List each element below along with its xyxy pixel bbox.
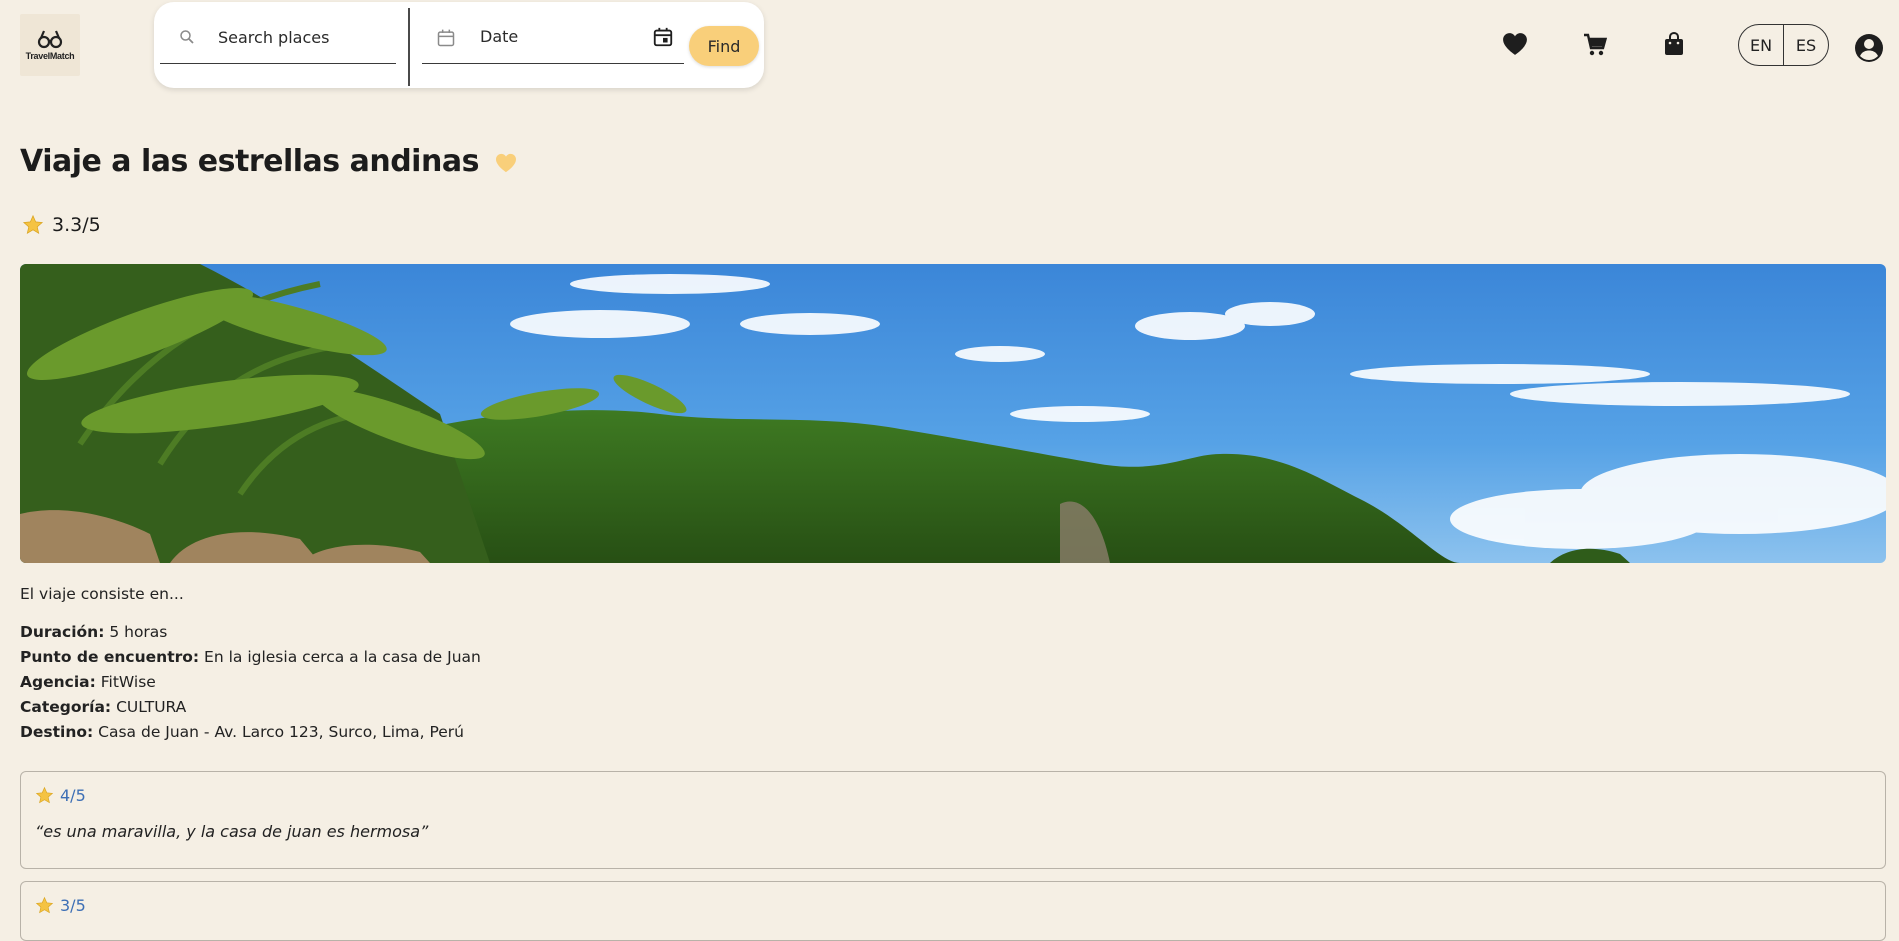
- review-rating-value: 4/5: [60, 786, 86, 805]
- date-field[interactable]: Date: [422, 12, 684, 64]
- review-comment: “es una maravilla, y la casa de juan es …: [35, 822, 429, 841]
- logo[interactable]: TravelMatch: [20, 14, 80, 76]
- shopping-bag-icon[interactable]: [1664, 32, 1684, 56]
- account-circle-icon[interactable]: [1854, 33, 1884, 63]
- star-icon: [22, 214, 44, 235]
- heart-icon[interactable]: [1502, 32, 1528, 56]
- tour-rating: 3.3/5: [22, 214, 101, 236]
- search-field: [160, 12, 396, 64]
- rating-value: 3.3/5: [52, 214, 101, 236]
- tour-details: Duración: 5 horas Punto de encuentro: En…: [20, 620, 481, 745]
- cart-icon[interactable]: [1583, 33, 1607, 57]
- search-icon: [180, 30, 194, 44]
- tour-hero-image: [20, 264, 1886, 563]
- calendar-outline-icon: [437, 29, 455, 47]
- favorite-heart-icon[interactable]: [495, 153, 517, 173]
- review-rating: 4/5: [35, 786, 86, 805]
- review-card: 3/5: [20, 881, 1886, 941]
- detail-category: Categoría: CULTURA: [20, 698, 187, 716]
- tour-description: El viaje consiste en...: [20, 585, 184, 603]
- detail-destination: Destino: Casa de Juan - Av. Larco 123, S…: [20, 723, 464, 741]
- search-bar: Date Find: [154, 2, 764, 88]
- logo-text: TravelMatch: [25, 51, 75, 61]
- search-divider: [408, 8, 410, 86]
- star-icon: [35, 786, 54, 804]
- star-icon: [35, 896, 54, 914]
- lang-es-button[interactable]: ES: [1784, 25, 1828, 65]
- lang-en-button[interactable]: EN: [1739, 25, 1784, 65]
- page-title: Viaje a las estrellas andinas: [20, 144, 479, 179]
- review-card: 4/5 “es una maravilla, y la casa de juan…: [20, 771, 1886, 869]
- find-button[interactable]: Find: [689, 26, 759, 66]
- title-row: Viaje a las estrellas andinas: [20, 144, 517, 179]
- top-header: TravelMatch Date Find: [0, 0, 1899, 92]
- language-switcher: EN ES: [1738, 24, 1829, 66]
- review-rating: 3/5: [35, 896, 86, 915]
- binoculars-icon: [37, 30, 63, 49]
- review-rating-value: 3/5: [60, 896, 86, 915]
- search-input[interactable]: [218, 24, 388, 50]
- detail-meeting-point: Punto de encuentro: En la iglesia cerca …: [20, 648, 481, 666]
- calendar-icon[interactable]: [652, 26, 674, 48]
- detail-agency: Agencia: FitWise: [20, 673, 156, 691]
- detail-duration: Duración: 5 horas: [20, 623, 168, 641]
- date-label: Date: [480, 27, 519, 46]
